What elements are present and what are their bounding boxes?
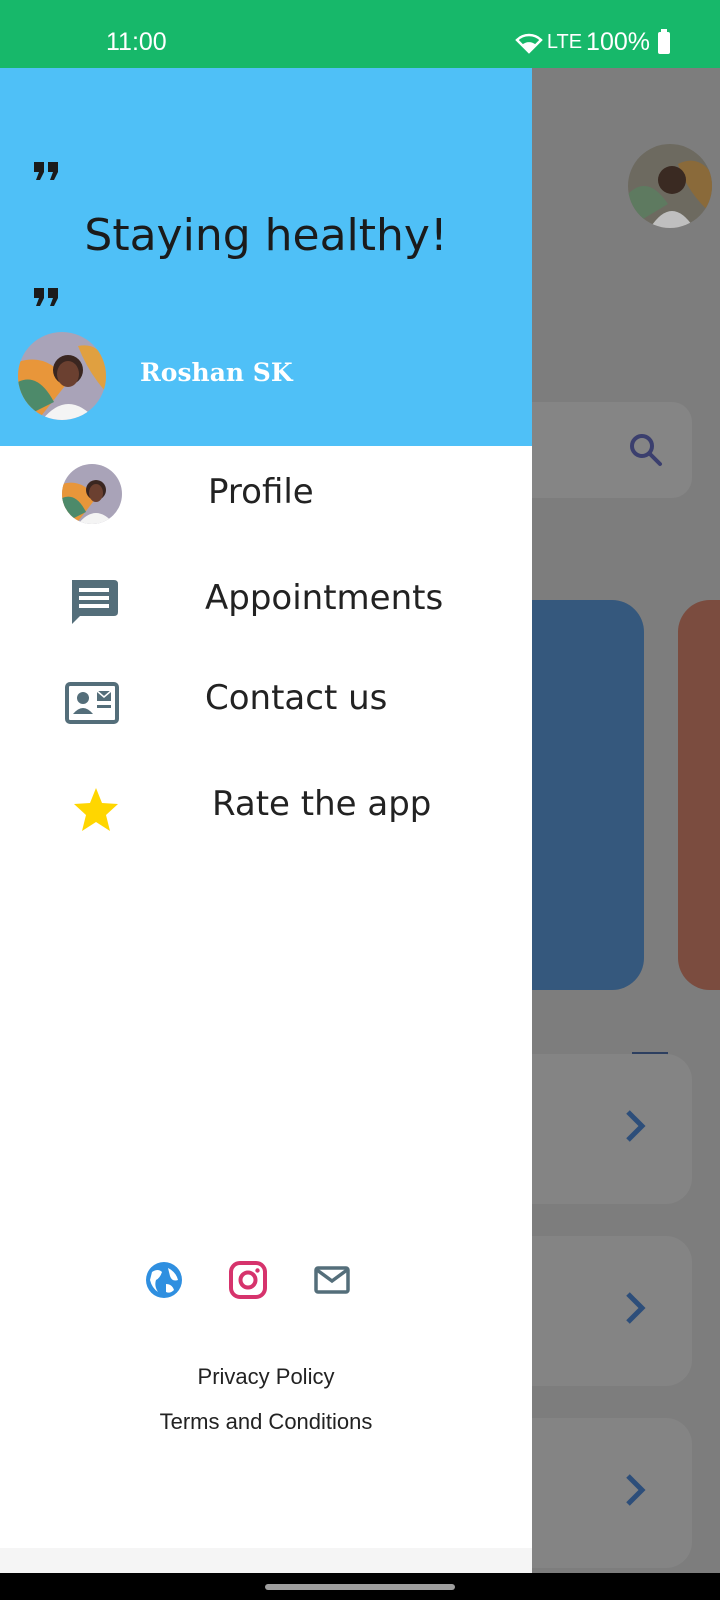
quote-open-icon: [34, 162, 58, 180]
search-icon: [630, 434, 662, 466]
user-avatar[interactable]: [18, 332, 106, 420]
mail-icon[interactable]: [312, 1260, 352, 1300]
instagram-icon[interactable]: [228, 1260, 268, 1300]
drawer-bottom-strip: [0, 1548, 532, 1573]
privacy-policy-link[interactable]: Privacy Policy: [0, 1364, 532, 1390]
user-name: Roshan SK: [140, 358, 293, 387]
battery-icon: [658, 28, 670, 54]
menu-label-contact: Contact us: [205, 678, 388, 718]
globe-icon[interactable]: [144, 1260, 184, 1300]
menu-item-contact[interactable]: Contact us: [0, 674, 532, 774]
star-icon: [74, 788, 118, 831]
menu-item-rate[interactable]: Rate the app: [0, 778, 532, 878]
message-icon: [72, 580, 118, 624]
social-links: [0, 1260, 532, 1304]
status-indicators: LTE 100%: [515, 28, 670, 57]
battery-level: 100%: [586, 28, 650, 56]
chevron-right-icon: [626, 1474, 646, 1506]
avatar-icon: [62, 464, 122, 524]
menu-label-profile: Profile: [208, 472, 314, 512]
menu-label-appointments: Appointments: [205, 578, 444, 618]
home-gesture-handle[interactable]: [265, 1584, 455, 1590]
contact-card-icon: [65, 682, 119, 724]
menu-label-rate: Rate the app: [212, 784, 432, 824]
chevron-right-icon: [626, 1110, 646, 1142]
drawer-header: Staying healthy! Roshan SK: [0, 68, 532, 446]
status-time: 11:00: [106, 28, 167, 56]
quote-close-icon: [34, 288, 58, 306]
terms-link[interactable]: Terms and Conditions: [0, 1409, 532, 1435]
network-type: LTE: [546, 31, 583, 53]
avatar: [628, 144, 712, 228]
navigation-drawer: Staying healthy! Roshan SK Profile Appoi…: [0, 68, 532, 1573]
menu-item-appointments[interactable]: Appointments: [0, 572, 532, 672]
quote-text: Staying healthy!: [84, 210, 448, 261]
navigation-bar: [0, 1573, 720, 1600]
status-bar: 11:00 LTE 100%: [0, 0, 720, 68]
menu-item-profile[interactable]: Profile: [0, 464, 532, 564]
chevron-right-icon: [626, 1292, 646, 1324]
wifi-icon: [515, 33, 543, 54]
feature-card: [678, 600, 720, 990]
